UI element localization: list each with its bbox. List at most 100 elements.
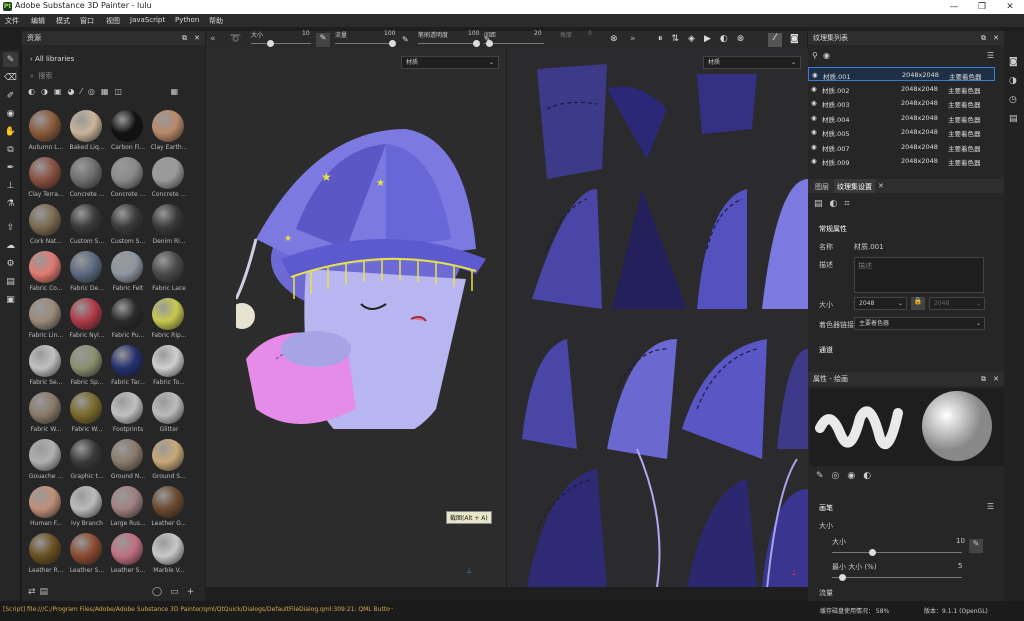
lasso-icon[interactable]: ➰	[230, 34, 241, 44]
flow-pen-icon[interactable]: ✎	[402, 35, 409, 44]
asset-item[interactable]: Human F...	[24, 485, 66, 533]
close-panel-icon[interactable]: ✕	[993, 372, 999, 386]
asset-item[interactable]: Glitter	[147, 391, 189, 439]
close-button[interactable]: ✕	[997, 0, 1023, 14]
right-tool-icons[interactable]: ◙ ◑ ◷ ▤	[1009, 53, 1018, 129]
eye-icon[interactable]: ◉	[811, 114, 817, 122]
props-tabs[interactable]: ✎◎◉◐	[816, 471, 879, 481]
chevron-right-icon[interactable]: ›	[30, 55, 33, 63]
eye-icon[interactable]: ◉	[811, 143, 817, 151]
spacing-knob[interactable]	[486, 40, 493, 47]
asset-item[interactable]: Leather G...	[147, 485, 189, 533]
menu-item[interactable]: 编辑	[31, 16, 45, 26]
menu-item[interactable]: Python	[175, 16, 199, 24]
brush-size-knob[interactable]	[869, 549, 876, 556]
asset-item[interactable]: Graphic t...	[65, 438, 107, 486]
camera-icon[interactable]: ◙	[790, 34, 799, 44]
eye-icon[interactable]: ◉	[811, 128, 817, 136]
min-size-value[interactable]: 5	[958, 562, 962, 570]
asset-item[interactable]: Fabric Lace	[147, 250, 189, 298]
stamp-icon[interactable]: ⊥	[3, 178, 18, 193]
size-dropdown-2[interactable]: 2048 ⌄	[929, 297, 985, 310]
eraser-icon[interactable]: ⌫	[3, 70, 18, 85]
name-value[interactable]: 材质.001	[854, 242, 884, 252]
asset-item[interactable]: Custom S...	[65, 203, 107, 251]
collapse-icon[interactable]: «	[210, 34, 216, 44]
menu-item[interactable]: 模式	[56, 16, 70, 26]
asset-filter-bar[interactable]: ◐◑▣◕⁄◎▦◫ ▦	[28, 87, 200, 99]
eye-icon[interactable]: ◉	[811, 157, 817, 165]
float-icon[interactable]: ⧉	[981, 31, 986, 45]
menu-item[interactable]: 文件	[5, 16, 19, 26]
menu-item[interactable]: 视图	[106, 16, 120, 26]
props-menu-icon[interactable]: ☰	[987, 502, 994, 511]
asset-item[interactable]: Footprints	[106, 391, 148, 439]
min-size-knob[interactable]	[839, 574, 846, 581]
smudge-icon[interactable]: ✋	[3, 124, 18, 139]
asset-item[interactable]: Carbon Fi...	[106, 109, 148, 157]
float-icon[interactable]: ⧉	[182, 31, 187, 45]
color-picker-icon[interactable]: ✒	[3, 160, 18, 175]
tab-texset-settings[interactable]: 纹理集设置	[834, 179, 875, 193]
close-tab-icon[interactable]: ✕	[878, 182, 884, 190]
spacing-value[interactable]: 20	[534, 30, 542, 37]
flow-value[interactable]: 100	[384, 30, 395, 37]
asset-item[interactable]: Baked Liq...	[65, 109, 107, 157]
texset-row[interactable]: ◉ 材质.001 2048x2048 主要着色器	[808, 67, 995, 81]
spacing-slider[interactable]	[484, 43, 544, 44]
settings-icons[interactable]: ▤◐⌗	[814, 199, 856, 209]
expand-icon[interactable]: »	[630, 34, 636, 44]
asset-item[interactable]: Ground S...	[147, 438, 189, 486]
texset-row[interactable]: ◉ 材质.002 2048x2048 主要着色器	[808, 82, 995, 96]
float-icon[interactable]: ⧉	[981, 372, 986, 386]
texset-toolbar[interactable]: ⚲ ◉	[812, 51, 830, 60]
asset-item[interactable]: Cork Nat...	[24, 203, 66, 251]
menu-item[interactable]: 帮助	[209, 16, 223, 26]
size-value[interactable]: 10	[302, 30, 310, 37]
opacity-slider[interactable]	[418, 43, 478, 44]
pen-pressure-icon[interactable]: ✎	[316, 33, 330, 47]
asset-item[interactable]: Autumn L...	[24, 109, 66, 157]
tab-layers[interactable]: 图层	[815, 182, 829, 192]
texset-row[interactable]: ◉ 材质.004 2048x2048 主要着色器	[808, 111, 995, 125]
opacity-knob[interactable]	[473, 40, 480, 47]
angle-value[interactable]: 0	[588, 30, 592, 37]
size-pressure-icon[interactable]: ✎	[969, 539, 983, 553]
shader-dropdown[interactable]: 主要着色器 ⌄	[854, 317, 985, 330]
viewport-2d-mode-dropdown[interactable]: 材质 ⌄	[703, 56, 801, 69]
viewport-3d-mode-dropdown[interactable]: 材质 ⌄	[401, 56, 499, 69]
size-knob[interactable]	[267, 40, 274, 47]
asset-item[interactable]: Fabric Sp...	[65, 344, 107, 392]
asset-footer-left[interactable]: ⇄▤	[28, 587, 52, 597]
asset-item[interactable]: Fabric De...	[65, 250, 107, 298]
asset-item[interactable]: Ground N...	[106, 438, 148, 486]
asset-item[interactable]: Gouache ...	[24, 438, 66, 486]
close-panel-icon[interactable]: ✕	[194, 31, 200, 45]
opacity-value[interactable]: 100	[468, 30, 479, 37]
document-icon[interactable]: ▤	[3, 274, 18, 289]
flow-knob[interactable]	[389, 40, 396, 47]
asset-item[interactable]: Fabric W...	[24, 391, 66, 439]
brush-size-value[interactable]: 10	[956, 537, 965, 545]
asset-item[interactable]: Leather S...	[106, 532, 148, 580]
asset-item[interactable]: Fabric Nyl...	[65, 297, 107, 345]
clone-icon[interactable]: ⧉	[3, 142, 18, 157]
asset-item[interactable]: Fabric Co...	[24, 250, 66, 298]
asset-footer-right[interactable]: ◯▭+	[152, 587, 202, 597]
eye-icon[interactable]: ◉	[811, 85, 817, 93]
close-panel-icon[interactable]: ✕	[993, 31, 999, 45]
maximize-button[interactable]: ❐	[969, 0, 995, 14]
min-size-slider[interactable]	[832, 577, 962, 578]
brush-size-slider[interactable]	[832, 552, 962, 553]
lock-icon[interactable]: 🔒	[911, 297, 925, 310]
asset-item[interactable]: Fabric Tar...	[106, 344, 148, 392]
paint-mode-icon[interactable]: ⁄	[768, 33, 782, 47]
eye-icon[interactable]: ◉	[812, 71, 818, 79]
asset-item[interactable]: Concrete ...	[147, 156, 189, 204]
asset-item[interactable]: Ivy Branch	[65, 485, 107, 533]
texset-menu-icon[interactable]: ☰	[987, 51, 994, 60]
export-icon[interactable]: ⇪	[3, 220, 18, 235]
geometry-fill-icon[interactable]: ◉	[3, 106, 18, 121]
asset-item[interactable]: Leather R...	[24, 532, 66, 580]
eye-icon[interactable]: ◉	[811, 99, 817, 107]
